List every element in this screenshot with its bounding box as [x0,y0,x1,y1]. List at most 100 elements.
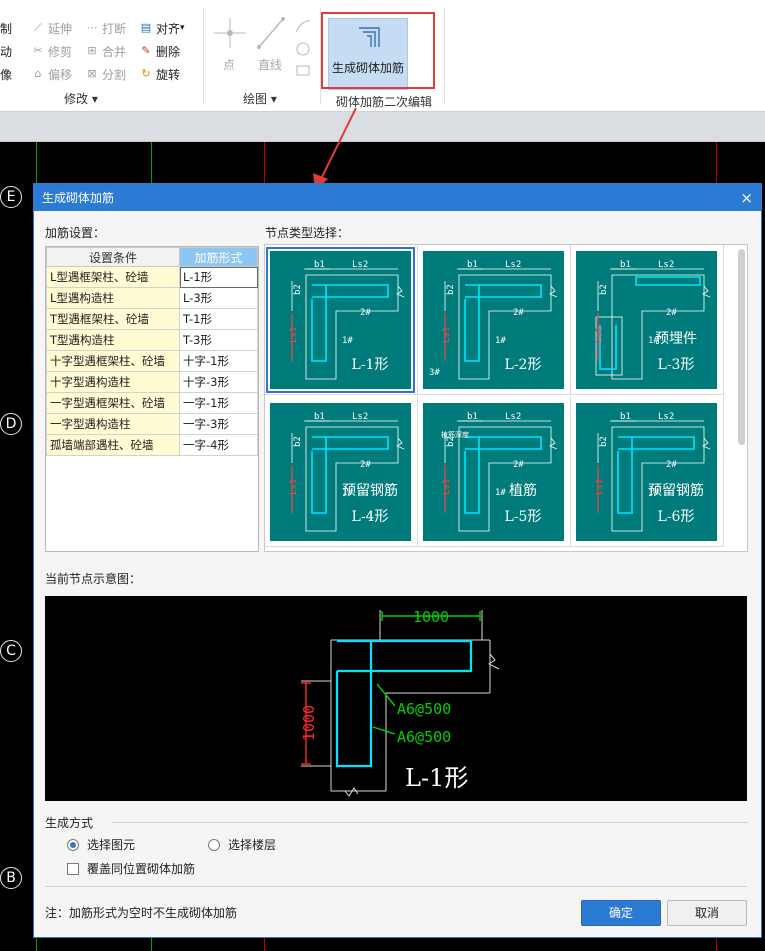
separator [112,822,748,823]
form-cell[interactable]: L-1形 [179,266,258,288]
node-type-tile[interactable]: b1 Ls2 b2 2# 1# Ls1 L-1形 [265,245,418,395]
node-type-tile[interactable]: b1 Ls2 b2 2# 1# Ls1 预埋件 L-3形 [571,245,724,395]
dropdown-icon[interactable]: ▾ [180,23,185,33]
form-cell[interactable]: 一字-4形 [179,434,258,456]
b2-label: b2 [293,436,303,447]
b1-label: b1 [314,260,325,270]
ls1-label: Ls1 [442,327,452,343]
table-row[interactable]: L型遇框架柱、砼墙 L-1形 [46,266,258,288]
draw-group-label[interactable]: 绘图 ▾ [243,90,277,107]
form-cell[interactable]: T-1形 [179,308,258,330]
b2-label: b2 [293,284,303,295]
tool-split-button[interactable]: ⊠ 分割 [84,65,126,83]
table-row[interactable]: T型遇构造柱 T-3形 [46,329,258,351]
tool-align-button[interactable]: ▤ 对齐 ▾ [138,19,185,37]
schematic-drawing: 1000 1000 A6@500 A6@500 L-1形 [300,608,500,797]
modify-group-label[interactable]: 修改 ▾ [64,90,98,107]
b1-label: b1 [467,260,478,270]
tile-extra-label: 预埋件 [655,331,697,347]
tool-label: 镜像 [0,67,13,82]
table-row[interactable]: 一字型遇构造柱 一字-3形 [46,413,258,435]
tool-label: 删除 [156,44,181,59]
condition-cell: T型遇构造柱 [46,329,180,351]
ok-button[interactable]: 确定 [581,900,661,926]
b2-label: b2 [446,284,456,295]
overwrite-checkbox[interactable]: 覆盖同位置砌体加筋 [67,860,195,877]
tool-delete-button[interactable]: ✎ 删除 [138,42,180,60]
r3-label: 3# [429,368,440,378]
form-cell[interactable]: 一字-1形 [179,392,258,414]
line-icon[interactable] [256,16,286,50]
node-type-tile[interactable]: b1 Ls2 b2 2# 1# Ls1 3# L-2形 [418,245,571,395]
form-cell[interactable]: T-3形 [179,329,258,351]
shape-label: L-1形 [405,764,468,792]
tool-label: 移动 [0,44,13,59]
ls2-label: Ls2 [658,412,674,422]
form-cell[interactable]: 十字-1形 [179,350,258,372]
tool-mirror-button[interactable]: 镜像 [0,65,12,83]
cancel-button[interactable]: 取消 [667,900,747,926]
rebar-settings-table: 设置条件 加筋形式 L型遇框架柱、砼墙 L-1形 L型遇构造柱 L-3形 T型遇框架柱、… [45,246,259,552]
b1-label: b1 [620,260,631,270]
draw-more-icons[interactable] [294,18,312,80]
close-icon[interactable]: × [740,189,753,207]
separator [45,886,747,887]
node-type-tile[interactable]: b1 Ls2 b2 2# 1# Ls1 植筋深度 植筋 L-5形 [418,397,571,547]
node-type-diagram: b1 Ls2 b2 2# 1# Ls1 预留钢筋 L-4形 [270,403,411,541]
table-row[interactable]: L型遇构造柱 L-3形 [46,287,258,309]
tool-copy-button[interactable]: 复制 [0,19,12,37]
node-type-tile[interactable]: b1 Ls2 b2 2# 1# Ls1 预留钢筋 L-4形 [265,397,418,547]
node-diagram-svg: b1 Ls2 b2 2# 1# Ls1 L-1形 [289,260,405,380]
table-row[interactable]: T型遇框架柱、砼墙 T-1形 [46,308,258,330]
r2-label: 2# [666,308,677,318]
form-cell[interactable]: 一字-3形 [179,413,258,435]
table-row[interactable]: 一字型遇框架柱、砼墙 一字-1形 [46,392,258,414]
ls1-label: Ls1 [289,327,299,343]
tool-label: 修剪 [48,44,73,59]
tool-label: 旋转 [156,67,181,82]
callout-arrow [313,107,357,191]
tool-label: 分割 [102,67,127,82]
tool-extend-button[interactable]: ⟋ 延伸 [30,19,72,37]
offset-icon: ⌂ [34,67,42,80]
tool-offset-button[interactable]: ⌂ 偏移 [30,65,73,83]
current-node-label: 当前节点示意图： [45,572,142,586]
tool-move-button[interactable]: 移动 [0,42,12,60]
dim-top-text: 1000 [413,608,449,626]
table-row[interactable]: 十字型遇框架柱、砼墙 十字-1形 [46,350,258,372]
note-text: 注：加筋形式为空时不生成砌体加筋 [45,906,238,920]
tool-break-button[interactable]: ⋯ 打断 [84,19,127,37]
tool-rotate-button[interactable]: ↻ 旋转 [138,65,180,83]
condition-cell: L型遇框架柱、砼墙 [46,266,180,288]
tool-merge-button[interactable]: ⊞ 合并 [84,42,126,60]
empty-row [47,478,258,500]
node-diagram-svg: b1 Ls2b22#1#Ls1 预留钢筋L-4形 [289,412,405,532]
b1-label: b1 [467,412,478,422]
condition-cell: 孤墙端部遇柱、砼墙 [46,434,180,456]
table-row[interactable]: 十字型遇构造柱 十字-3形 [46,371,258,393]
empty-row [47,456,258,478]
dialog-titlebar: 生成砌体加筋 × [34,184,761,211]
draw-line-button[interactable]: 直线 [258,56,282,73]
header-condition: 设置条件 [46,247,180,267]
table-row[interactable]: 孤墙端部遇柱、砼墙 一字-4形 [46,434,258,456]
form-cell[interactable]: 十字-3形 [179,371,258,393]
rebar-label-2: A6@500 [397,728,451,746]
draw-point-button[interactable]: 点 [223,56,235,73]
node-schematic: 1000 1000 A6@500 A6@500 L-1形 [45,596,747,801]
tool-label: 偏移 [48,67,73,82]
header-form: 加筋形式 [179,247,258,267]
radio-select-floor[interactable]: 选择楼层 [208,836,276,853]
radio-select-element[interactable]: 选择图元 [67,836,135,853]
scrollbar[interactable] [738,249,745,445]
separator [444,8,445,104]
tool-trim-button[interactable]: ✂ 修剪 [30,42,72,60]
b2-label: b2 [599,436,609,447]
form-cell[interactable]: L-3形 [179,287,258,309]
r2-label: 2# [360,308,371,318]
node-type-tile[interactable]: b1 Ls2 b2 2# 1# Ls1 预留钢筋 L-6形 [571,397,724,547]
tool-label: 打断 [102,21,127,36]
point-icon[interactable] [212,18,248,48]
ls1-label: Ls1 [442,479,452,495]
node-type-diagram: b1 Ls2 b2 2# 1# Ls1 3# L-2形 [423,251,564,389]
